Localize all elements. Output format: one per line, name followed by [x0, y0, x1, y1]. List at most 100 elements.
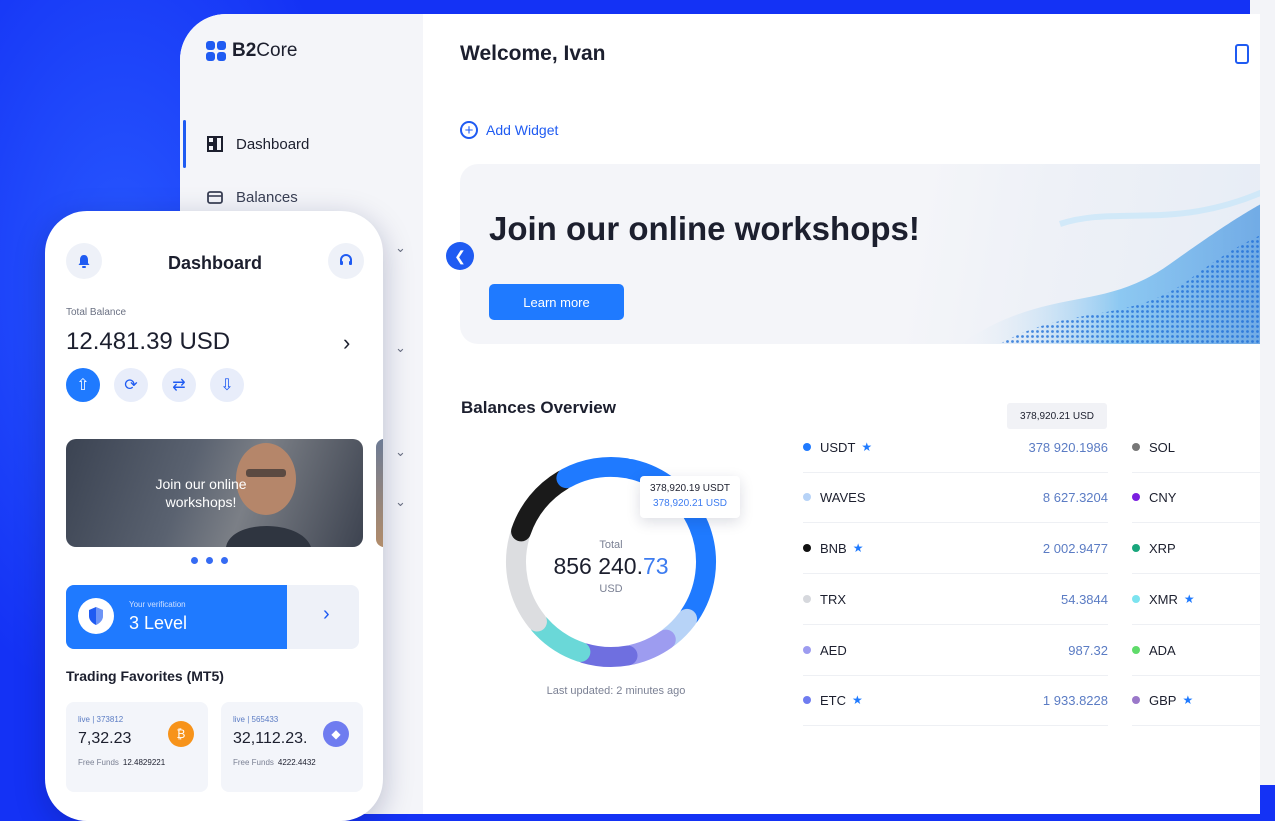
trading-favorites-title: Trading Favorites (MT5)	[66, 668, 224, 684]
asset-amount: 1 933.8228	[1042, 692, 1108, 708]
swap-icon: ⇄	[172, 377, 186, 394]
banner-title: Join our online workshops!	[489, 210, 920, 247]
transfer-button[interactable]: ⇄	[162, 368, 196, 402]
chevron-down-icon[interactable]: ⌄	[395, 494, 406, 510]
asset-symbol: AED	[820, 642, 847, 658]
donut-segment-xmr[interactable]	[529, 614, 591, 662]
total-integer: 856 240.	[553, 553, 643, 579]
chevron-down-icon[interactable]: ⌄	[395, 340, 406, 356]
carousel-dots[interactable]	[191, 557, 228, 564]
total-balance-value: 12.481.39 USD	[66, 328, 231, 355]
promo-card-line-1: Join our online	[155, 476, 247, 492]
free-funds: Free Funds 12.4829221	[78, 758, 165, 767]
last-updated: Last updated: 2 minutes ago	[546, 685, 686, 697]
free-funds-value: 4222.4432	[277, 758, 316, 767]
asset-color-dot	[1132, 493, 1140, 501]
favorite-value: 7,32.23	[78, 730, 132, 747]
verification-level: 3 Level	[129, 613, 188, 633]
free-funds-label: Free Funds	[233, 758, 274, 767]
wave-art-icon	[960, 189, 1260, 344]
star-icon[interactable]: ★	[1184, 592, 1195, 606]
banner-prev-button[interactable]: ❮	[446, 242, 474, 270]
balances-overview-title: Balances Overview	[461, 398, 616, 417]
asset-symbol: WAVES	[820, 489, 866, 505]
verification-card[interactable]: Your verification 3 Level ›	[66, 585, 359, 649]
plus-circle-icon: +	[460, 121, 478, 139]
balance-row-usdt[interactable]: USDT ★ 378 920.1986	[803, 422, 1108, 473]
donut-segment-usdt-2[interactable]	[556, 457, 636, 489]
asset-amount: 378 920.1986	[1028, 439, 1108, 455]
asset-color-dot	[803, 595, 811, 603]
refresh-icon: ⟳	[124, 377, 138, 394]
bitcoin-icon: ₿	[168, 721, 194, 747]
balance-row-xrp[interactable]: XRP	[1132, 523, 1260, 574]
asset-color-dot	[803, 493, 811, 501]
arrow-down-circle-icon: ⇩	[220, 377, 234, 394]
asset-symbol: BNB	[820, 540, 847, 556]
free-funds-label: Free Funds	[78, 758, 119, 767]
favorite-card[interactable]: live | 565433 32,112.23. ◆ Free Funds 422…	[221, 702, 363, 792]
sidebar-item-balances[interactable]: Balances	[206, 188, 298, 206]
chevron-right-icon[interactable]: ›	[343, 330, 350, 356]
balance-row-cny[interactable]: CNY	[1132, 472, 1260, 523]
donut-segment-bnb[interactable]	[511, 470, 573, 542]
donut-segment-aed[interactable]	[574, 643, 638, 667]
chevron-down-icon[interactable]: ⌄	[395, 240, 406, 256]
star-icon[interactable]: ★	[853, 541, 864, 555]
brand-logo[interactable]: B2Core	[206, 40, 297, 62]
logo-icon	[206, 41, 226, 61]
asset-amount: 8 627.3204	[1042, 489, 1108, 505]
asset-color-dot	[1132, 696, 1140, 704]
exchange-button[interactable]: ⟳	[114, 368, 148, 402]
asset-color-dot	[1132, 443, 1140, 451]
free-funds-value: 12.4829221	[122, 758, 166, 767]
shield-icon	[78, 598, 114, 634]
withdraw-button[interactable]: ⇩	[210, 368, 244, 402]
chevron-down-icon[interactable]: ⌄	[395, 444, 406, 460]
balance-row-gbp[interactable]: GBP ★	[1132, 675, 1260, 726]
deposit-button[interactable]: ⇧	[66, 368, 100, 402]
promo-card-next[interactable]	[376, 439, 383, 547]
asset-color-dot	[803, 646, 811, 654]
active-indicator	[183, 120, 186, 168]
asset-color-dot	[803, 696, 811, 704]
total-fraction: 73	[642, 553, 669, 579]
asset-symbol: USDT	[820, 439, 856, 455]
star-icon[interactable]: ★	[861, 440, 872, 454]
asset-color-dot	[803, 443, 811, 451]
chevron-right-icon[interactable]: ›	[323, 603, 330, 626]
support-button[interactable]	[328, 243, 364, 279]
balance-row-xmr[interactable]: XMR ★	[1132, 574, 1260, 625]
asset-symbol: ETC	[820, 692, 846, 708]
balance-row-bnb[interactable]: BNB ★ 2 002.9477	[803, 523, 1108, 574]
star-icon[interactable]: ★	[1182, 693, 1193, 707]
favorite-card[interactable]: live | 373812 7,32.23 ₿ Free Funds 12.482…	[66, 702, 208, 792]
balance-row-trx[interactable]: TRX 54.3844	[803, 574, 1108, 625]
mobile-app-icon[interactable]	[1235, 44, 1249, 64]
promo-card[interactable]: Join our online workshops!	[66, 439, 363, 547]
sidebar-item-dashboard[interactable]: Dashboard	[206, 135, 309, 153]
asset-symbol: SOL	[1149, 439, 1176, 455]
row-tooltip: 378,920.21 USD	[1007, 403, 1107, 429]
add-widget-button[interactable]: + Add Widget	[460, 121, 558, 139]
wallet-icon	[207, 191, 223, 204]
balance-row-sol[interactable]: SOL	[1132, 422, 1260, 473]
learn-more-button[interactable]: Learn more	[489, 284, 624, 320]
favorite-account: live | 373812	[78, 715, 124, 724]
tooltip-line-2: 378,920.21 USD	[653, 498, 727, 509]
balance-row-waves[interactable]: WAVES 8 627.3204	[803, 472, 1108, 523]
sidebar-item-label: Dashboard	[236, 135, 310, 153]
balance-row-aed[interactable]: AED 987.32	[803, 625, 1108, 676]
asset-amount: 2 002.9477	[1042, 540, 1108, 556]
asset-color-dot	[1132, 595, 1140, 603]
asset-symbol: ADA	[1149, 642, 1176, 658]
balance-row-ada[interactable]: ADA	[1132, 625, 1260, 676]
star-icon[interactable]: ★	[852, 693, 863, 707]
donut-total-label: Total	[599, 539, 623, 551]
promo-card-line-2: workshops!	[165, 494, 237, 510]
balance-row-etc[interactable]: ETC ★ 1 933.8228	[803, 675, 1108, 726]
asset-symbol: XMR	[1149, 591, 1178, 607]
total-balance-label: Total Balance	[66, 307, 127, 318]
tooltip-line-1: 378,920.19 USDT	[649, 483, 731, 494]
page-title: Welcome, Ivan	[460, 42, 606, 65]
